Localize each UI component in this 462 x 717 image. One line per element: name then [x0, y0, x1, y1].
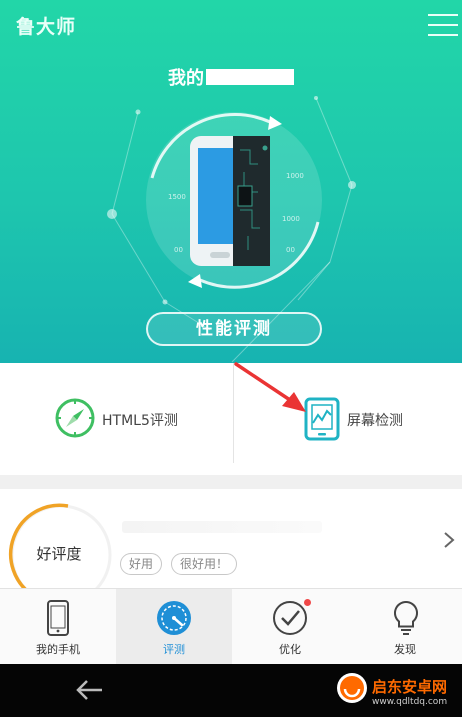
nav-tab-evaluate[interactable]: 评测 — [116, 589, 232, 664]
device-title-text: 我的 — [168, 68, 204, 89]
rating-chip[interactable]: 好用 — [120, 553, 163, 575]
rating-label: 好评度 — [36, 545, 82, 563]
chevron-right-icon[interactable] — [443, 531, 455, 549]
redaction-block — [206, 69, 294, 85]
nav-tab-discover[interactable]: 发现 — [348, 589, 462, 664]
nav-label: 评测 — [163, 643, 185, 656]
gauge-tick: 00 — [174, 246, 183, 254]
html5-test-label: HTML5评测 — [102, 413, 178, 429]
gauge-tick: 1000 — [286, 172, 304, 180]
nav-label: 我的手机 — [36, 643, 80, 656]
device-title: 我的 — [0, 64, 462, 90]
html5-test-button[interactable]: HTML5评测 — [0, 363, 233, 475]
watermark-logo-icon — [337, 673, 367, 703]
watermark-url: www.qdltdq.com — [372, 697, 448, 707]
rating-card[interactable]: 好评度 好用 很好用！ — [0, 489, 462, 588]
notification-badge — [304, 599, 311, 606]
lightbulb-icon — [394, 600, 418, 635]
section-gap — [0, 475, 462, 489]
screen-test-button[interactable]: 屏幕检测 — [234, 363, 462, 475]
gauge-tick: 1500 — [168, 193, 186, 201]
gauge-tick: 1000 — [282, 215, 300, 223]
screen-test-icon — [304, 397, 340, 441]
phone-illustration — [190, 136, 270, 266]
back-arrow-icon[interactable] — [74, 678, 104, 702]
nav-label: 发现 — [394, 643, 416, 656]
hero-scene: 1500 1000 00 1000 00 — [107, 96, 356, 363]
compass-icon — [55, 398, 95, 438]
watermark-name: 启东安卓网 — [372, 678, 448, 696]
gauge-tick: 00 — [286, 246, 295, 254]
app-brand: 鲁大师 — [16, 16, 77, 38]
nav-label: 优化 — [279, 643, 301, 656]
nav-tab-my-phone[interactable]: 我的手机 — [0, 589, 116, 664]
rating-chip[interactable]: 很好用！ — [171, 553, 238, 575]
hero-panel: 1500 1000 00 1000 00 鲁大师 我的 性能评测 — [0, 0, 462, 363]
screen-test-label: 屏幕检测 — [347, 413, 403, 429]
hamburger-menu-icon[interactable] — [428, 12, 458, 38]
rating-ring — [8, 503, 112, 588]
performance-evaluate-button[interactable]: 性能评测 — [146, 312, 322, 346]
check-circle-icon — [273, 601, 307, 635]
phone-icon — [47, 600, 69, 636]
bottom-nav: 我的手机 评测 优化 发现 — [0, 588, 462, 664]
tools-row: HTML5评测 屏幕检测 — [0, 363, 462, 475]
rating-summary-placeholder — [122, 521, 322, 533]
speedometer-icon — [157, 601, 191, 635]
nav-tab-optimize[interactable]: 优化 — [232, 589, 348, 664]
